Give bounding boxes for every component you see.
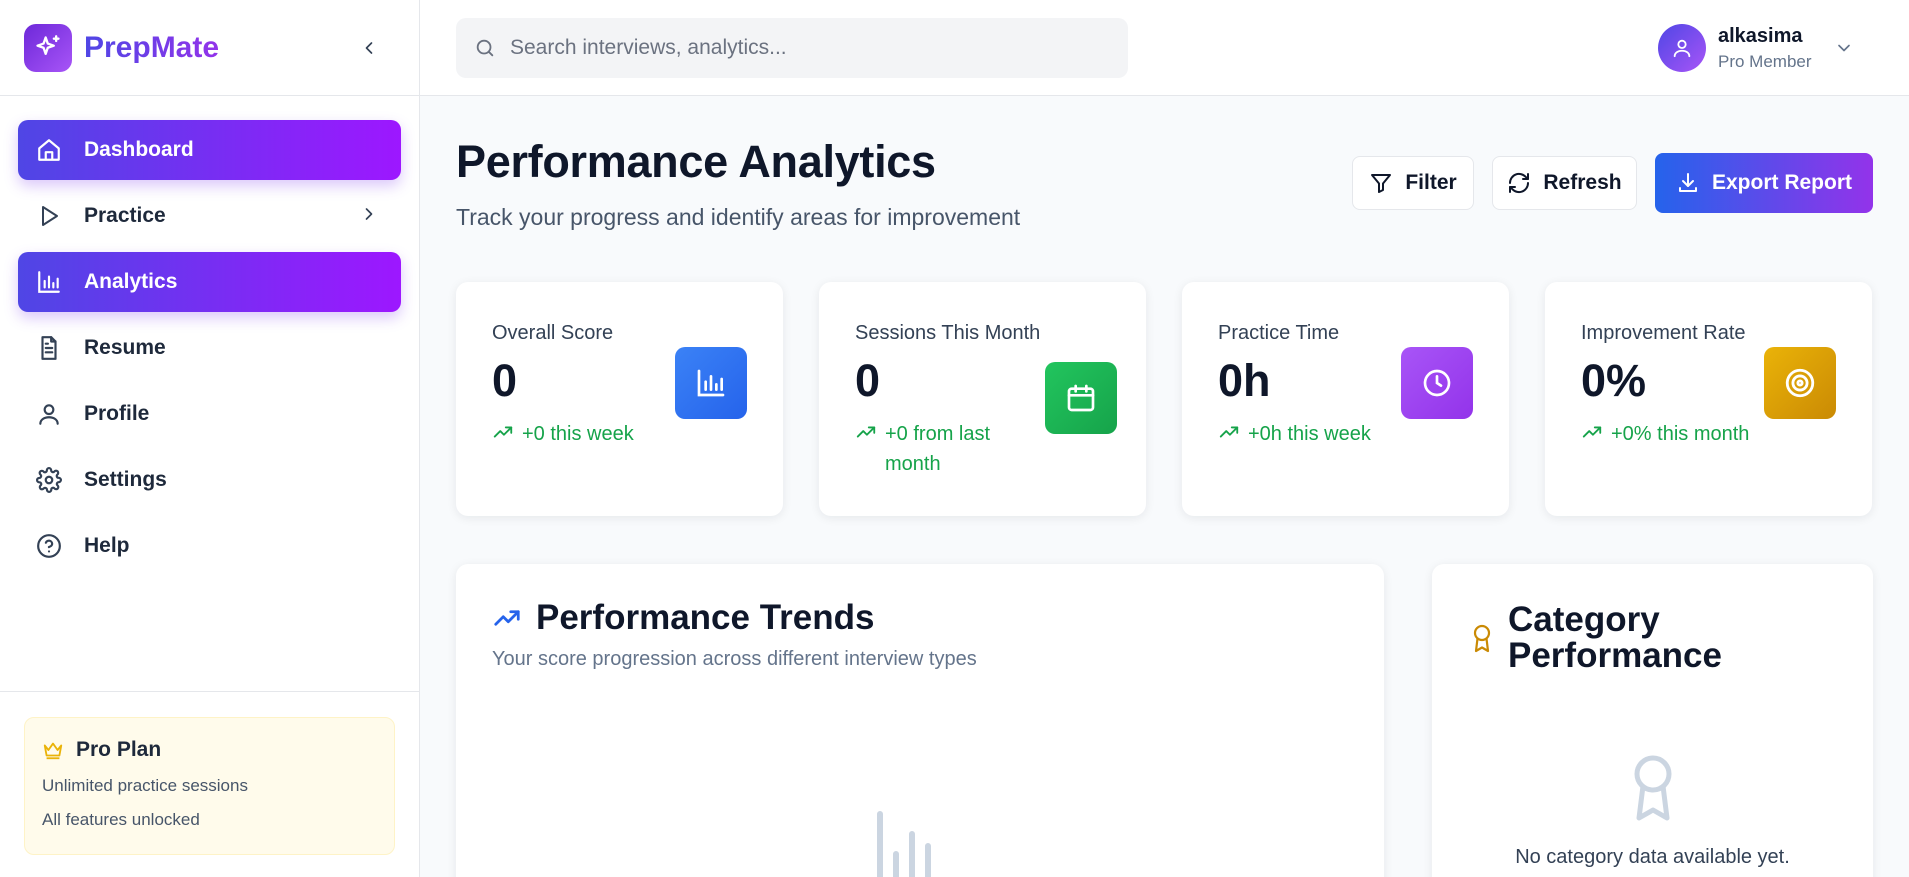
user-info: alkasima Pro Member [1718, 25, 1812, 72]
top-bar: alkasima Pro Member [420, 0, 1909, 96]
refresh-button[interactable]: Refresh [1492, 156, 1637, 210]
filter-icon [1369, 171, 1393, 195]
sidebar-item-label: Settings [84, 468, 167, 491]
stat-card-overall-score: Overall Score 0 +0 this week [456, 282, 783, 516]
plan-section: Pro Plan Unlimited practice sessions All… [0, 691, 419, 877]
sidebar-item-label: Help [84, 534, 130, 557]
category-performance-panel: Category Performance No category data av… [1432, 564, 1873, 877]
gear-icon [34, 465, 64, 495]
help-circle-icon [34, 531, 64, 561]
filter-button[interactable]: Filter [1352, 156, 1474, 210]
avatar[interactable] [1658, 24, 1706, 72]
stat-label: Practice Time [1218, 322, 1340, 344]
user-menu[interactable]: alkasima Pro Member [1658, 24, 1854, 72]
category-empty-message: No category data available yet. [1515, 846, 1790, 868]
award-icon [1630, 754, 1676, 827]
download-icon [1676, 171, 1700, 195]
search-box[interactable] [456, 18, 1128, 78]
brand: PrepMate [0, 0, 419, 96]
target-icon [1764, 347, 1836, 419]
stat-card-sessions: Sessions This Month 0 +0 from last month [819, 282, 1146, 516]
bar-chart-icon [675, 347, 747, 419]
clock-icon [1401, 347, 1473, 419]
sidebar-item-label: Profile [84, 402, 150, 425]
stat-delta: +0 from last month [855, 419, 1005, 479]
sidebar: PrepMate Dashboard Practice Analytics Re… [0, 0, 420, 877]
sidebar-item-profile[interactable]: Profile [18, 384, 401, 444]
play-icon [34, 201, 64, 231]
trends-subtitle: Your score progression across different … [492, 648, 977, 670]
home-icon [34, 135, 64, 165]
user-role: Pro Member [1718, 51, 1812, 71]
search-input[interactable] [510, 36, 1090, 60]
pro-plan-card: Pro Plan Unlimited practice sessions All… [24, 717, 395, 855]
stat-label: Overall Score [492, 322, 614, 344]
refresh-label: Refresh [1543, 171, 1622, 194]
stat-delta: +0% this month [1581, 419, 1751, 449]
sidebar-item-label: Practice [84, 204, 166, 227]
sidebar-item-dashboard[interactable]: Dashboard [18, 120, 401, 180]
page-subtitle: Track your progress and identify areas f… [456, 204, 1021, 230]
export-report-button[interactable]: Export Report [1655, 153, 1873, 213]
stat-delta-text: +0 from last month [885, 423, 991, 475]
chevron-right-icon[interactable] [359, 204, 379, 230]
trending-up-icon [1581, 421, 1603, 443]
trending-up-icon [1218, 421, 1240, 443]
award-icon [1470, 623, 1494, 653]
sparkles-icon[interactable] [24, 23, 72, 72]
collapse-sidebar-button[interactable] [355, 34, 383, 62]
stat-label: Sessions This Month [855, 322, 1041, 344]
crown-icon [42, 739, 64, 761]
search-icon [474, 37, 496, 59]
bar-chart-icon [34, 267, 64, 297]
plan-feature: Unlimited practice sessions [42, 776, 248, 795]
pro-plan-title: Pro Plan [42, 738, 377, 762]
empty-chart-icon [866, 804, 946, 877]
page-title: Performance Analytics [456, 136, 936, 187]
panel-title: Performance Trends [492, 600, 874, 636]
refresh-icon [1507, 171, 1531, 195]
stat-delta-text: +0h this week [1248, 423, 1371, 445]
category-title: Category Performance [1508, 600, 1722, 675]
sidebar-item-settings[interactable]: Settings [18, 450, 401, 510]
document-icon [34, 333, 64, 363]
sidebar-nav: Dashboard Practice Analytics Resume Prof… [0, 96, 419, 606]
sidebar-item-resume[interactable]: Resume [18, 318, 401, 378]
calendar-icon [1045, 362, 1117, 434]
panel-title: Category Performance [1470, 602, 1770, 674]
trending-up-icon [492, 603, 522, 633]
stat-card-improvement-rate: Improvement Rate 0% +0% this month [1545, 282, 1872, 516]
chevron-left-icon [365, 42, 373, 54]
stat-card-practice-time: Practice Time 0h +0h this week [1182, 282, 1509, 516]
plan-feature: All features unlocked [42, 810, 200, 829]
sidebar-item-label: Resume [84, 336, 166, 359]
stat-delta: +0h this week [1218, 419, 1388, 449]
trending-up-icon [855, 421, 877, 443]
plan-title: Pro Plan [76, 738, 162, 761]
trends-title: Performance Trends [536, 598, 875, 637]
main-content: Performance Analytics Track your progres… [420, 96, 1909, 877]
stat-label: Improvement Rate [1581, 322, 1746, 344]
user-name: alkasima [1718, 24, 1803, 47]
chevron-down-icon[interactable] [1834, 38, 1854, 58]
user-icon [1673, 39, 1691, 58]
stat-delta: +0 this week [492, 419, 662, 449]
sidebar-item-label: Dashboard [84, 138, 194, 161]
trending-up-icon [492, 421, 514, 443]
sidebar-item-practice[interactable]: Practice [18, 186, 401, 246]
app-name[interactable]: PrepMate [84, 31, 219, 65]
sidebar-item-label: Analytics [84, 270, 178, 293]
export-label: Export Report [1711, 171, 1852, 194]
user-icon [34, 399, 64, 429]
sidebar-item-analytics[interactable]: Analytics [18, 252, 401, 312]
stat-delta-text: +0% this month [1611, 423, 1750, 445]
stat-delta-text: +0 this week [522, 423, 634, 445]
performance-trends-panel: Performance Trends Your score progressio… [456, 564, 1384, 877]
filter-label: Filter [1405, 171, 1457, 194]
sidebar-item-help[interactable]: Help [18, 516, 401, 576]
